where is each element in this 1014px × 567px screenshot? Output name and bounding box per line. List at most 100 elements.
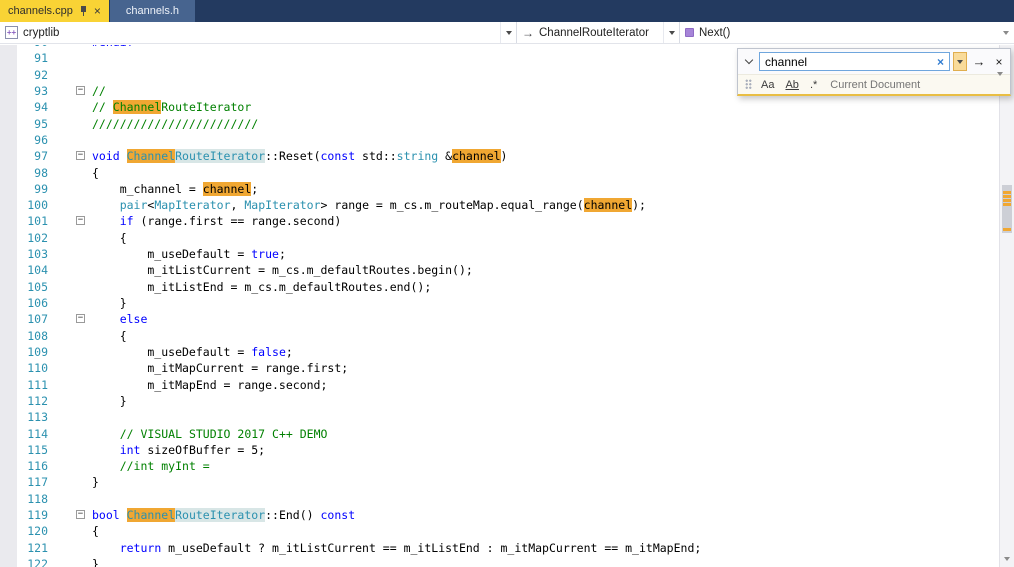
code-line[interactable]: 105 m_itListEnd = m_cs.m_defaultRoutes.e… bbox=[0, 279, 999, 295]
vs-editor-window: channels.cpp × channels.h ++ cryptlib → … bbox=[0, 0, 1014, 567]
line-number: 117 bbox=[27, 475, 48, 490]
dropdown-button[interactable] bbox=[998, 22, 1014, 43]
project-name: cryptlib bbox=[23, 26, 60, 39]
find-input[interactable]: channel × bbox=[759, 52, 950, 71]
line-number: 98 bbox=[34, 165, 48, 180]
close-icon[interactable]: × bbox=[94, 5, 101, 17]
type-name: ChannelRouteIterator bbox=[539, 26, 649, 39]
fold-column[interactable]: − bbox=[48, 83, 92, 99]
whole-word-button[interactable]: Ab bbox=[783, 78, 800, 92]
code-line[interactable]: 113 bbox=[0, 409, 999, 425]
code-text: { bbox=[92, 328, 127, 343]
code-line[interactable]: 112 } bbox=[0, 393, 999, 409]
code-text: // bbox=[92, 83, 106, 98]
code-text: void ChannelRouteIterator::Reset(const s… bbox=[92, 149, 508, 164]
drag-handle-icon[interactable] bbox=[745, 79, 752, 90]
editor-scrollbar[interactable] bbox=[999, 45, 1014, 567]
code-line[interactable]: 120 { bbox=[0, 523, 999, 539]
code-line[interactable]: 97 − void ChannelRouteIterator::Reset(cons… bbox=[0, 148, 999, 164]
clear-search-icon[interactable]: × bbox=[935, 56, 946, 68]
fold-column[interactable]: − bbox=[48, 213, 92, 229]
code-line[interactable]: 102 { bbox=[0, 230, 999, 246]
code-line[interactable]: 95 //////////////////////// bbox=[0, 116, 999, 132]
fold-column bbox=[48, 458, 92, 474]
tab-channels-cpp[interactable]: channels.cpp × bbox=[0, 0, 109, 22]
code-line[interactable]: 94 // ChannelRouteIterator bbox=[0, 99, 999, 115]
code-area: 90#endif919293−//94// ChannelRouteIterat… bbox=[0, 45, 999, 567]
search-scope-label[interactable]: Current Document bbox=[830, 79, 920, 91]
line-number: 96 bbox=[34, 132, 48, 147]
line-number: 107 bbox=[27, 312, 48, 327]
fold-column bbox=[48, 246, 92, 262]
method-icon bbox=[685, 28, 694, 37]
code-text: // VISUAL STUDIO 2017 C++ DEMO bbox=[119, 426, 328, 441]
search-result-mark bbox=[1003, 195, 1011, 198]
find-next-button[interactable]: → bbox=[970, 54, 988, 69]
code-line[interactable]: 119 − bool ChannelRouteIterator::End() con… bbox=[0, 507, 999, 523]
code-line[interactable]: 114 // VISUAL STUDIO 2017 C++ DEMO bbox=[0, 426, 999, 442]
code-line[interactable]: 101 − if (range.first == range.second) bbox=[0, 213, 999, 229]
line-number: 121 bbox=[27, 540, 48, 555]
code-line[interactable]: 117} bbox=[0, 474, 999, 490]
fold-marker-icon[interactable]: − bbox=[76, 314, 85, 324]
line-number: 91 bbox=[34, 51, 48, 66]
fold-column bbox=[48, 360, 92, 376]
code-line[interactable]: 111 m_itMapEnd = range.second; bbox=[0, 377, 999, 393]
fold-column bbox=[48, 377, 92, 393]
tab-label: channels.h bbox=[125, 5, 180, 17]
project-dropdown[interactable]: ++ cryptlib bbox=[0, 22, 517, 43]
code-text: m_itListEnd = m_cs.m_defaultRoutes.end()… bbox=[92, 279, 432, 294]
fold-marker-icon[interactable]: − bbox=[76, 510, 85, 520]
tab-label: channels.cpp bbox=[8, 5, 73, 17]
fold-column[interactable]: − bbox=[48, 148, 92, 164]
code-line[interactable]: 109 m_useDefault = false; bbox=[0, 344, 999, 360]
code-text: //int myInt = bbox=[119, 459, 210, 474]
type-dropdown[interactable]: → ChannelRouteIterator bbox=[517, 22, 680, 43]
search-history-dropdown[interactable] bbox=[953, 52, 967, 71]
find-query-text[interactable]: channel bbox=[765, 55, 935, 69]
code-line[interactable]: 100 pair<MapIterator, MapIterator> range… bbox=[0, 197, 999, 213]
fold-column bbox=[48, 295, 92, 311]
regex-button[interactable]: .* bbox=[808, 78, 819, 92]
chevron-down-icon bbox=[744, 55, 753, 65]
fold-column bbox=[48, 116, 92, 132]
code-line[interactable]: 103 m_useDefault = true; bbox=[0, 246, 999, 262]
dropdown-button[interactable] bbox=[663, 22, 679, 43]
fold-column bbox=[48, 279, 92, 295]
code-line[interactable]: 118 bbox=[0, 491, 999, 507]
code-line[interactable]: 122} bbox=[0, 556, 999, 567]
expand-replace-button[interactable] bbox=[741, 52, 756, 71]
fold-marker-icon[interactable]: − bbox=[76, 151, 85, 161]
line-number: 100 bbox=[27, 198, 48, 213]
fold-column[interactable]: − bbox=[48, 507, 92, 523]
line-number: 118 bbox=[27, 491, 48, 506]
pin-icon[interactable] bbox=[79, 5, 88, 17]
code-line[interactable]: 115 int sizeOfBuffer = 5; bbox=[0, 442, 999, 458]
scroll-down-icon[interactable] bbox=[1000, 552, 1014, 566]
fold-column bbox=[48, 230, 92, 246]
code-line[interactable]: 106 } bbox=[0, 295, 999, 311]
code-line[interactable]: 108 { bbox=[0, 328, 999, 344]
code-line[interactable]: 110 m_itMapCurrent = range.first; bbox=[0, 360, 999, 376]
chevron-down-icon bbox=[505, 30, 512, 35]
match-case-button[interactable]: Aa bbox=[759, 78, 776, 92]
fold-column[interactable]: − bbox=[48, 311, 92, 327]
code-line[interactable]: 104 m_itListCurrent = m_cs.m_defaultRout… bbox=[0, 262, 999, 278]
code-line[interactable]: 98 { bbox=[0, 165, 999, 181]
code-line[interactable]: 96 bbox=[0, 132, 999, 148]
line-number: 102 bbox=[27, 230, 48, 245]
close-find-button[interactable]: × bbox=[991, 55, 1007, 69]
code-line[interactable]: 116 //int myInt = bbox=[0, 458, 999, 474]
document-tabbar: channels.cpp × channels.h bbox=[0, 0, 1014, 22]
scope-dropdown-button[interactable] bbox=[997, 71, 1003, 94]
fold-marker-icon[interactable]: − bbox=[76, 85, 85, 95]
code-line[interactable]: 107 − else bbox=[0, 311, 999, 327]
fold-marker-icon[interactable]: − bbox=[76, 216, 85, 226]
dropdown-button[interactable] bbox=[500, 22, 516, 43]
fold-column bbox=[48, 132, 92, 148]
member-dropdown[interactable]: Next() bbox=[680, 22, 1014, 43]
code-line[interactable]: 121 return m_useDefault ? m_itListCurren… bbox=[0, 540, 999, 556]
code-editor[interactable]: 90#endif919293−//94// ChannelRouteIterat… bbox=[0, 45, 1014, 567]
tab-channels-h[interactable]: channels.h bbox=[109, 0, 196, 22]
code-line[interactable]: 99 m_channel = channel; bbox=[0, 181, 999, 197]
